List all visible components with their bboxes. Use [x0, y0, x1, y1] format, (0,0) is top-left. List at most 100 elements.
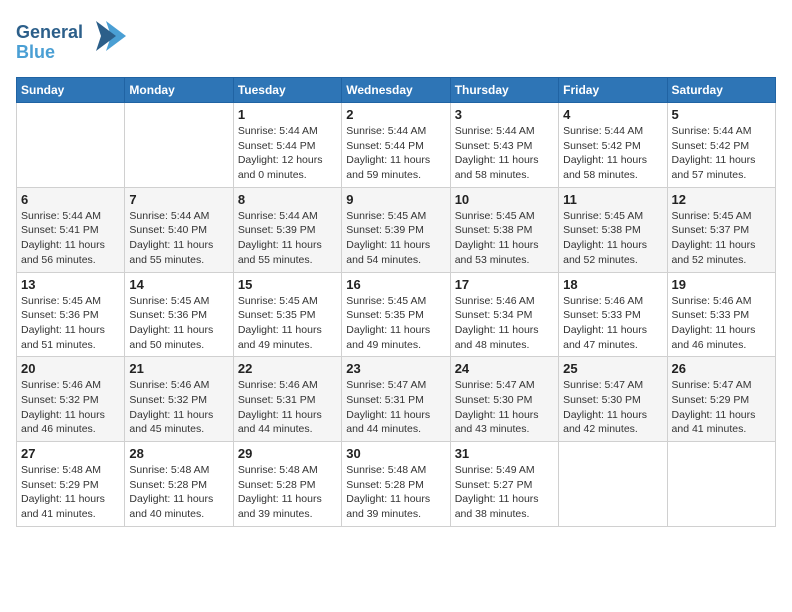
- calendar-cell: 10 Sunrise: 5:45 AM Sunset: 5:38 PM Dayli…: [450, 187, 558, 272]
- calendar-cell: 24 Sunrise: 5:47 AM Sunset: 5:30 PM Dayli…: [450, 357, 558, 442]
- calendar-cell: 30 Sunrise: 5:48 AM Sunset: 5:28 PM Dayli…: [342, 442, 450, 527]
- calendar-cell: 2 Sunrise: 5:44 AM Sunset: 5:44 PM Daylig…: [342, 103, 450, 188]
- day-number: 3: [455, 107, 554, 122]
- week-row-5: 27 Sunrise: 5:48 AM Sunset: 5:29 PM Dayli…: [17, 442, 776, 527]
- calendar-cell: 8 Sunrise: 5:44 AM Sunset: 5:39 PM Daylig…: [233, 187, 341, 272]
- calendar-cell: 22 Sunrise: 5:46 AM Sunset: 5:31 PM Dayli…: [233, 357, 341, 442]
- day-number: 21: [129, 361, 228, 376]
- week-row-2: 6 Sunrise: 5:44 AM Sunset: 5:41 PM Daylig…: [17, 187, 776, 272]
- day-number: 4: [563, 107, 662, 122]
- day-detail: Sunrise: 5:47 AM Sunset: 5:29 PM Dayligh…: [672, 378, 771, 437]
- calendar-cell: 11Sunrise: 5:45 AM Sunset: 5:38 PM Dayli…: [559, 187, 667, 272]
- day-detail: Sunrise: 5:48 AM Sunset: 5:29 PM Dayligh…: [21, 463, 120, 522]
- day-detail: Sunrise: 5:44 AM Sunset: 5:44 PM Dayligh…: [238, 124, 337, 183]
- calendar-cell: 29Sunrise: 5:48 AM Sunset: 5:28 PM Dayli…: [233, 442, 341, 527]
- calendar-cell: [125, 103, 233, 188]
- day-detail: Sunrise: 5:45 AM Sunset: 5:37 PM Dayligh…: [672, 209, 771, 268]
- day-number: 1: [238, 107, 337, 122]
- day-detail: Sunrise: 5:45 AM Sunset: 5:35 PM Dayligh…: [346, 294, 445, 353]
- day-number: 12: [672, 192, 771, 207]
- day-number: 19: [672, 277, 771, 292]
- day-detail: Sunrise: 5:48 AM Sunset: 5:28 PM Dayligh…: [129, 463, 228, 522]
- calendar-cell: [667, 442, 775, 527]
- logo: General Blue: [16, 16, 126, 69]
- day-number: 18: [563, 277, 662, 292]
- calendar-cell: 4 Sunrise: 5:44 AM Sunset: 5:42 PM Daylig…: [559, 103, 667, 188]
- calendar-cell: 17 Sunrise: 5:46 AM Sunset: 5:34 PM Dayli…: [450, 272, 558, 357]
- calendar-cell: 21Sunrise: 5:46 AM Sunset: 5:32 PM Dayli…: [125, 357, 233, 442]
- day-detail: Sunrise: 5:47 AM Sunset: 5:30 PM Dayligh…: [455, 378, 554, 437]
- calendar-header: SundayMondayTuesdayWednesdayThursdayFrid…: [17, 78, 776, 103]
- header-row: SundayMondayTuesdayWednesdayThursdayFrid…: [17, 78, 776, 103]
- day-number: 10: [455, 192, 554, 207]
- day-detail: Sunrise: 5:44 AM Sunset: 5:42 PM Dayligh…: [563, 124, 662, 183]
- day-number: 22: [238, 361, 337, 376]
- svg-text:General: General: [16, 22, 83, 42]
- calendar-cell: 18 Sunrise: 5:46 AM Sunset: 5:33 PM Dayli…: [559, 272, 667, 357]
- day-detail: Sunrise: 5:44 AM Sunset: 5:39 PM Dayligh…: [238, 209, 337, 268]
- day-number: 7: [129, 192, 228, 207]
- day-number: 5: [672, 107, 771, 122]
- day-detail: Sunrise: 5:46 AM Sunset: 5:34 PM Dayligh…: [455, 294, 554, 353]
- calendar-cell: 20Sunrise: 5:46 AM Sunset: 5:32 PM Dayli…: [17, 357, 125, 442]
- calendar-cell: 25Sunrise: 5:47 AM Sunset: 5:30 PM Dayli…: [559, 357, 667, 442]
- day-number: 2: [346, 107, 445, 122]
- day-detail: Sunrise: 5:45 AM Sunset: 5:35 PM Dayligh…: [238, 294, 337, 353]
- day-detail: Sunrise: 5:45 AM Sunset: 5:36 PM Dayligh…: [129, 294, 228, 353]
- day-detail: Sunrise: 5:47 AM Sunset: 5:31 PM Dayligh…: [346, 378, 445, 437]
- column-header-sunday: Sunday: [17, 78, 125, 103]
- day-detail: Sunrise: 5:46 AM Sunset: 5:31 PM Dayligh…: [238, 378, 337, 437]
- day-detail: Sunrise: 5:44 AM Sunset: 5:42 PM Dayligh…: [672, 124, 771, 183]
- day-number: 23: [346, 361, 445, 376]
- day-number: 6: [21, 192, 120, 207]
- column-header-wednesday: Wednesday: [342, 78, 450, 103]
- logo-text-block: General Blue: [16, 16, 126, 69]
- week-row-4: 20Sunrise: 5:46 AM Sunset: 5:32 PM Dayli…: [17, 357, 776, 442]
- day-number: 27: [21, 446, 120, 461]
- logo-svg: General Blue: [16, 16, 126, 64]
- day-number: 24: [455, 361, 554, 376]
- day-number: 26: [672, 361, 771, 376]
- calendar-body: 1 Sunrise: 5:44 AM Sunset: 5:44 PM Daylig…: [17, 103, 776, 527]
- calendar-cell: [559, 442, 667, 527]
- day-detail: Sunrise: 5:45 AM Sunset: 5:36 PM Dayligh…: [21, 294, 120, 353]
- day-detail: Sunrise: 5:44 AM Sunset: 5:44 PM Dayligh…: [346, 124, 445, 183]
- calendar-cell: 3Sunrise: 5:44 AM Sunset: 5:43 PM Daylig…: [450, 103, 558, 188]
- calendar-cell: 9Sunrise: 5:45 AM Sunset: 5:39 PM Daylig…: [342, 187, 450, 272]
- day-number: 14: [129, 277, 228, 292]
- day-number: 13: [21, 277, 120, 292]
- calendar-cell: 1 Sunrise: 5:44 AM Sunset: 5:44 PM Daylig…: [233, 103, 341, 188]
- calendar-cell: 12 Sunrise: 5:45 AM Sunset: 5:37 PM Dayli…: [667, 187, 775, 272]
- day-number: 20: [21, 361, 120, 376]
- calendar-cell: 26 Sunrise: 5:47 AM Sunset: 5:29 PM Dayli…: [667, 357, 775, 442]
- day-detail: Sunrise: 5:44 AM Sunset: 5:41 PM Dayligh…: [21, 209, 120, 268]
- calendar-cell: 15Sunrise: 5:45 AM Sunset: 5:35 PM Dayli…: [233, 272, 341, 357]
- calendar-cell: 27 Sunrise: 5:48 AM Sunset: 5:29 PM Dayli…: [17, 442, 125, 527]
- day-detail: Sunrise: 5:46 AM Sunset: 5:33 PM Dayligh…: [563, 294, 662, 353]
- calendar-table: SundayMondayTuesdayWednesdayThursdayFrid…: [16, 77, 776, 527]
- column-header-thursday: Thursday: [450, 78, 558, 103]
- calendar-cell: 13 Sunrise: 5:45 AM Sunset: 5:36 PM Dayli…: [17, 272, 125, 357]
- day-number: 28: [129, 446, 228, 461]
- calendar-cell: 31 Sunrise: 5:49 AM Sunset: 5:27 PM Dayli…: [450, 442, 558, 527]
- day-detail: Sunrise: 5:46 AM Sunset: 5:33 PM Dayligh…: [672, 294, 771, 353]
- day-number: 17: [455, 277, 554, 292]
- day-detail: Sunrise: 5:49 AM Sunset: 5:27 PM Dayligh…: [455, 463, 554, 522]
- column-header-monday: Monday: [125, 78, 233, 103]
- calendar-cell: 5 Sunrise: 5:44 AM Sunset: 5:42 PM Daylig…: [667, 103, 775, 188]
- day-detail: Sunrise: 5:45 AM Sunset: 5:38 PM Dayligh…: [455, 209, 554, 268]
- calendar-cell: 19 Sunrise: 5:46 AM Sunset: 5:33 PM Dayli…: [667, 272, 775, 357]
- day-detail: Sunrise: 5:45 AM Sunset: 5:38 PM Dayligh…: [563, 209, 662, 268]
- column-header-tuesday: Tuesday: [233, 78, 341, 103]
- calendar-cell: 14 Sunrise: 5:45 AM Sunset: 5:36 PM Dayli…: [125, 272, 233, 357]
- day-number: 9: [346, 192, 445, 207]
- calendar-cell: 23 Sunrise: 5:47 AM Sunset: 5:31 PM Dayli…: [342, 357, 450, 442]
- day-detail: Sunrise: 5:47 AM Sunset: 5:30 PM Dayligh…: [563, 378, 662, 437]
- column-header-friday: Friday: [559, 78, 667, 103]
- day-number: 30: [346, 446, 445, 461]
- day-detail: Sunrise: 5:48 AM Sunset: 5:28 PM Dayligh…: [346, 463, 445, 522]
- day-number: 8: [238, 192, 337, 207]
- calendar-cell: 7Sunrise: 5:44 AM Sunset: 5:40 PM Daylig…: [125, 187, 233, 272]
- week-row-3: 13 Sunrise: 5:45 AM Sunset: 5:36 PM Dayli…: [17, 272, 776, 357]
- day-number: 31: [455, 446, 554, 461]
